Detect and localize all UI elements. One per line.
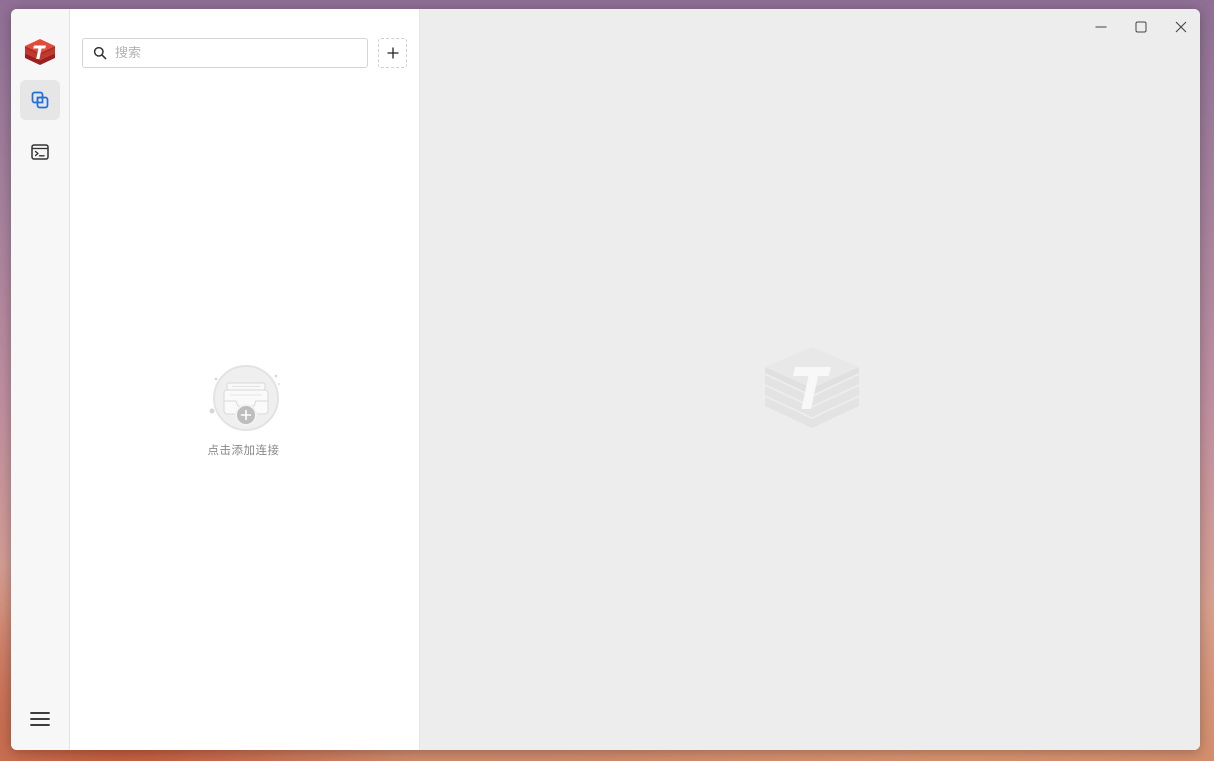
connections-panel: 点击添加连接 xyxy=(70,9,420,750)
close-button[interactable] xyxy=(1161,13,1200,41)
search-box[interactable] xyxy=(82,38,368,68)
empty-state-add-connection[interactable]: 点击添加连接 xyxy=(70,364,419,458)
add-connection-button[interactable] xyxy=(378,38,407,68)
terminal-console-icon xyxy=(31,144,49,160)
hamburger-menu-icon xyxy=(30,712,50,726)
server-connections-icon xyxy=(31,91,49,109)
empty-inbox-add-icon xyxy=(209,365,280,431)
main-content-area xyxy=(420,9,1200,750)
sidebar-item-console[interactable] xyxy=(20,132,60,172)
plus-icon xyxy=(387,47,398,59)
app-window: 点击添加连接 xyxy=(11,9,1200,750)
tiny-rdm-watermark-logo-icon xyxy=(765,347,859,428)
minimize-button[interactable] xyxy=(1081,13,1121,41)
empty-state-text: 点击添加连接 xyxy=(207,443,280,457)
close-icon xyxy=(1175,21,1187,33)
maximize-icon xyxy=(1135,21,1147,33)
sidebar-menu-button[interactable] xyxy=(20,699,60,739)
sidebar-item-servers[interactable] xyxy=(20,80,60,120)
tiny-rdm-logo-icon xyxy=(25,39,55,65)
search-input[interactable] xyxy=(115,45,355,61)
sidebar-rail xyxy=(11,9,70,750)
minimize-icon xyxy=(1095,26,1107,28)
search-icon xyxy=(93,46,107,60)
maximize-button[interactable] xyxy=(1121,13,1161,41)
